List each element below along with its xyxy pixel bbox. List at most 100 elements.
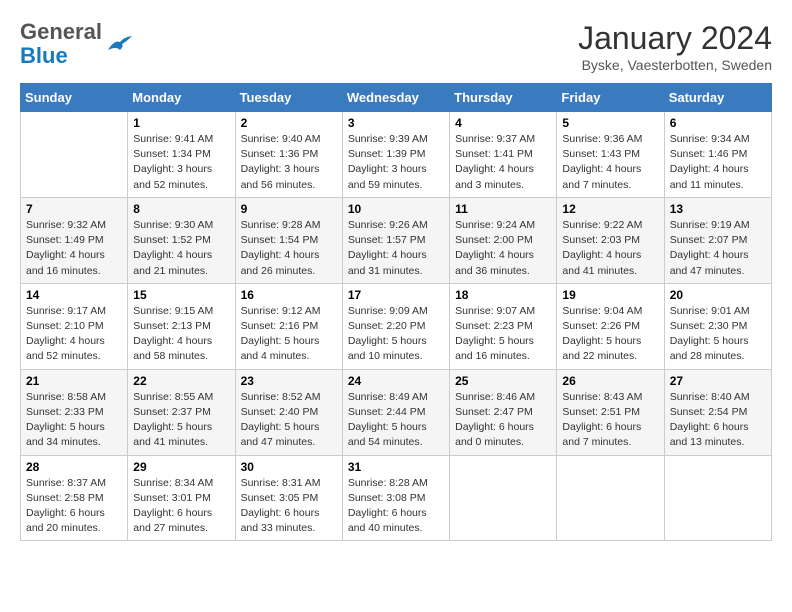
calendar-cell: 23Sunrise: 8:52 AMSunset: 2:40 PMDayligh… [235, 369, 342, 455]
day-info: Sunrise: 8:49 AMSunset: 2:44 PMDaylight:… [348, 390, 444, 451]
day-info: Sunrise: 9:39 AMSunset: 1:39 PMDaylight:… [348, 132, 444, 193]
logo-text: General Blue [20, 20, 102, 68]
calendar-cell: 29 Sunrise: 8:34 AMSunset: 3:01 PMDayligh… [128, 455, 235, 541]
day-number: 5 [562, 116, 658, 130]
calendar-week-row: 28 Sunrise: 8:37 AMSunset: 2:58 PMDayligh… [21, 455, 772, 541]
calendar-cell: 8 Sunrise: 9:30 AMSunset: 1:52 PMDaylight… [128, 197, 235, 283]
calendar-cell: 28 Sunrise: 8:37 AMSunset: 2:58 PMDayligh… [21, 455, 128, 541]
calendar-cell: 24 Sunrise: 8:49 AMSunset: 2:44 PMDayligh… [342, 369, 449, 455]
calendar-cell: 15 Sunrise: 9:15 AMSunset: 2:13 PMDayligh… [128, 283, 235, 369]
calendar-cell: 1 Sunrise: 9:41 AMSunset: 1:34 PMDaylight… [128, 112, 235, 198]
day-info: Sunrise: 9:22 AMSunset: 2:03 PMDaylight:… [562, 218, 658, 279]
weekday-header-tuesday: Tuesday [235, 84, 342, 112]
calendar-cell: 7Sunrise: 9:32 AMSunset: 1:49 PMDaylight… [21, 197, 128, 283]
calendar-cell: 31 Sunrise: 8:28 AMSunset: 3:08 PMDayligh… [342, 455, 449, 541]
day-number: 9 [241, 202, 337, 216]
day-info: Sunrise: 9:37 AMSunset: 1:41 PMDaylight:… [455, 132, 551, 193]
calendar-week-row: 1 Sunrise: 9:41 AMSunset: 1:34 PMDaylight… [21, 112, 772, 198]
day-number: 29 [133, 460, 229, 474]
calendar-cell: 30 Sunrise: 8:31 AMSunset: 3:05 PMDayligh… [235, 455, 342, 541]
day-number: 15 [133, 288, 229, 302]
day-number: 24 [348, 374, 444, 388]
day-info: Sunrise: 9:09 AMSunset: 2:20 PMDaylight:… [348, 304, 444, 365]
day-info: Sunrise: 8:34 AMSunset: 3:01 PMDaylight:… [133, 476, 229, 537]
day-number: 17 [348, 288, 444, 302]
day-info: Sunrise: 9:24 AMSunset: 2:00 PMDaylight:… [455, 218, 551, 279]
calendar-cell: 25 Sunrise: 8:46 AMSunset: 2:47 PMDayligh… [450, 369, 557, 455]
calendar-table: SundayMondayTuesdayWednesdayThursdayFrid… [20, 83, 772, 541]
logo-general: General [20, 20, 102, 44]
location-subtitle: Byske, Vaesterbotten, Sweden [578, 57, 772, 73]
day-number: 27 [670, 374, 766, 388]
day-info: Sunrise: 9:34 AMSunset: 1:46 PMDaylight:… [670, 132, 766, 193]
calendar-body: 1 Sunrise: 9:41 AMSunset: 1:34 PMDaylight… [21, 112, 772, 541]
logo-blue: Blue [20, 44, 102, 68]
day-number: 26 [562, 374, 658, 388]
day-info: Sunrise: 8:46 AMSunset: 2:47 PMDaylight:… [455, 390, 551, 451]
day-info: Sunrise: 9:07 AMSunset: 2:23 PMDaylight:… [455, 304, 551, 365]
day-info: Sunrise: 9:17 AMSunset: 2:10 PMDaylight:… [26, 304, 122, 365]
calendar-cell: 27Sunrise: 8:40 AMSunset: 2:54 PMDayligh… [664, 369, 771, 455]
day-info: Sunrise: 8:31 AMSunset: 3:05 PMDaylight:… [241, 476, 337, 537]
calendar-cell: 13Sunrise: 9:19 AMSunset: 2:07 PMDayligh… [664, 197, 771, 283]
day-info: Sunrise: 9:28 AMSunset: 1:54 PMDaylight:… [241, 218, 337, 279]
day-number: 8 [133, 202, 229, 216]
calendar-cell: 18 Sunrise: 9:07 AMSunset: 2:23 PMDayligh… [450, 283, 557, 369]
calendar-cell: 12 Sunrise: 9:22 AMSunset: 2:03 PMDayligh… [557, 197, 664, 283]
calendar-cell: 3 Sunrise: 9:39 AMSunset: 1:39 PMDaylight… [342, 112, 449, 198]
logo-bird-icon [106, 32, 134, 59]
weekday-header-wednesday: Wednesday [342, 84, 449, 112]
logo: General Blue [20, 20, 134, 68]
calendar-cell: 19Sunrise: 9:04 AMSunset: 2:26 PMDayligh… [557, 283, 664, 369]
day-number: 2 [241, 116, 337, 130]
day-info: Sunrise: 9:41 AMSunset: 1:34 PMDaylight:… [133, 132, 229, 193]
weekday-header-thursday: Thursday [450, 84, 557, 112]
weekday-header-saturday: Saturday [664, 84, 771, 112]
day-number: 11 [455, 202, 551, 216]
calendar-cell [557, 455, 664, 541]
calendar-cell: 26Sunrise: 8:43 AMSunset: 2:51 PMDayligh… [557, 369, 664, 455]
weekday-header-friday: Friday [557, 84, 664, 112]
day-number: 22 [133, 374, 229, 388]
day-number: 4 [455, 116, 551, 130]
day-info: Sunrise: 8:55 AMSunset: 2:37 PMDaylight:… [133, 390, 229, 451]
day-number: 31 [348, 460, 444, 474]
day-info: Sunrise: 8:52 AMSunset: 2:40 PMDaylight:… [241, 390, 337, 451]
calendar-cell: 2Sunrise: 9:40 AMSunset: 1:36 PMDaylight… [235, 112, 342, 198]
calendar-cell [664, 455, 771, 541]
day-number: 10 [348, 202, 444, 216]
day-info: Sunrise: 8:58 AMSunset: 2:33 PMDaylight:… [26, 390, 122, 451]
day-number: 1 [133, 116, 229, 130]
day-number: 21 [26, 374, 122, 388]
day-info: Sunrise: 9:32 AMSunset: 1:49 PMDaylight:… [26, 218, 122, 279]
title-block: January 2024 Byske, Vaesterbotten, Swede… [578, 20, 772, 73]
day-info: Sunrise: 9:15 AMSunset: 2:13 PMDaylight:… [133, 304, 229, 365]
day-info: Sunrise: 8:37 AMSunset: 2:58 PMDaylight:… [26, 476, 122, 537]
calendar-cell: 5 Sunrise: 9:36 AMSunset: 1:43 PMDaylight… [557, 112, 664, 198]
day-number: 18 [455, 288, 551, 302]
day-number: 20 [670, 288, 766, 302]
weekday-header-sunday: Sunday [21, 84, 128, 112]
day-info: Sunrise: 9:26 AMSunset: 1:57 PMDaylight:… [348, 218, 444, 279]
month-title: January 2024 [578, 20, 772, 57]
day-number: 25 [455, 374, 551, 388]
page-header: General Blue January 2024 Byske, Vaester… [20, 20, 772, 73]
calendar-header: SundayMondayTuesdayWednesdayThursdayFrid… [21, 84, 772, 112]
day-number: 30 [241, 460, 337, 474]
calendar-cell: 4 Sunrise: 9:37 AMSunset: 1:41 PMDaylight… [450, 112, 557, 198]
day-number: 28 [26, 460, 122, 474]
day-info: Sunrise: 9:36 AMSunset: 1:43 PMDaylight:… [562, 132, 658, 193]
day-number: 14 [26, 288, 122, 302]
day-number: 3 [348, 116, 444, 130]
day-info: Sunrise: 8:28 AMSunset: 3:08 PMDaylight:… [348, 476, 444, 537]
calendar-cell: 16Sunrise: 9:12 AMSunset: 2:16 PMDayligh… [235, 283, 342, 369]
calendar-cell: 22 Sunrise: 8:55 AMSunset: 2:37 PMDayligh… [128, 369, 235, 455]
day-number: 12 [562, 202, 658, 216]
day-info: Sunrise: 9:12 AMSunset: 2:16 PMDaylight:… [241, 304, 337, 365]
calendar-cell: 6Sunrise: 9:34 AMSunset: 1:46 PMDaylight… [664, 112, 771, 198]
day-info: Sunrise: 9:30 AMSunset: 1:52 PMDaylight:… [133, 218, 229, 279]
calendar-cell [21, 112, 128, 198]
day-info: Sunrise: 9:04 AMSunset: 2:26 PMDaylight:… [562, 304, 658, 365]
calendar-cell: 21 Sunrise: 8:58 AMSunset: 2:33 PMDayligh… [21, 369, 128, 455]
calendar-cell [450, 455, 557, 541]
